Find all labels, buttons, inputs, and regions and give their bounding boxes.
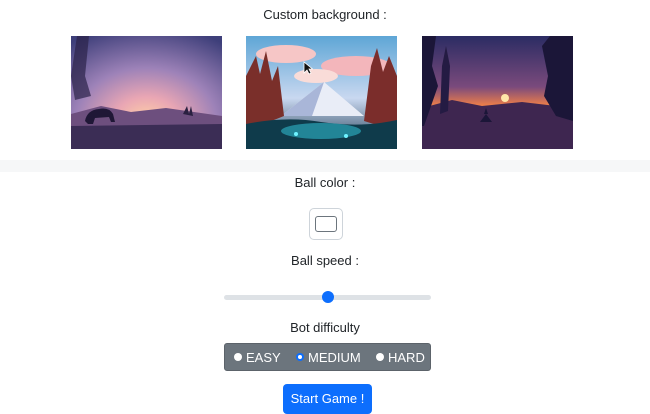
difficulty-option-label: MEDIUM <box>308 349 361 365</box>
background-image-forest-sunset <box>422 36 573 149</box>
custom-background-label: Custom background : <box>263 7 387 22</box>
bot-difficulty-radio-group: EASY MEDIUM HARD <box>224 343 431 371</box>
ball-speed-slider-thumb[interactable] <box>321 291 334 303</box>
background-option-1[interactable] <box>71 36 222 149</box>
background-option-2[interactable] <box>246 36 397 149</box>
difficulty-option-easy[interactable]: EASY <box>234 344 281 370</box>
background-option-3[interactable] <box>422 36 573 149</box>
ball-color-picker[interactable] <box>309 208 343 240</box>
difficulty-option-medium[interactable]: MEDIUM <box>296 344 361 370</box>
ball-speed-label: Ball speed : <box>291 253 359 268</box>
difficulty-option-label: EASY <box>246 349 281 365</box>
radio-easy[interactable] <box>234 353 242 361</box>
ball-color-swatch <box>315 216 337 232</box>
section-divider <box>0 160 650 172</box>
bot-difficulty-label: Bot difficulty <box>290 320 360 335</box>
radio-hard[interactable] <box>376 353 384 361</box>
mouse-pointer-icon <box>303 61 313 75</box>
difficulty-option-label: HARD <box>388 349 425 365</box>
start-game-button[interactable]: Start Game ! <box>283 384 372 414</box>
radio-medium[interactable] <box>296 353 304 361</box>
background-image-mountain <box>246 36 397 149</box>
ball-color-label: Ball color : <box>294 175 356 190</box>
difficulty-option-hard[interactable]: HARD <box>376 344 425 370</box>
background-image-bear <box>71 36 222 149</box>
